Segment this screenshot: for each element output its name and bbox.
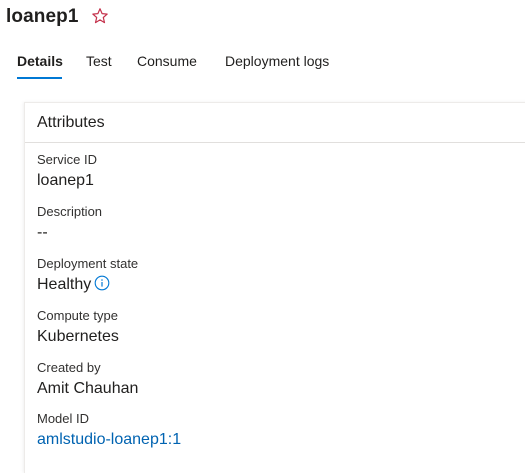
deployment-state-value: Healthy bbox=[37, 276, 92, 293]
info-icon[interactable] bbox=[94, 275, 110, 291]
created-by-value: Amit Chauhan bbox=[37, 380, 139, 397]
service-id-label: Service ID bbox=[37, 152, 97, 167]
page-title: loanep1 bbox=[6, 6, 79, 27]
page-header: loanep1 bbox=[0, 0, 525, 38]
tab-consume[interactable]: Consume bbox=[137, 52, 197, 80]
description-field: Description -- bbox=[37, 204, 102, 243]
created-by-label: Created by bbox=[37, 360, 101, 375]
service-id-value: loanep1 bbox=[37, 172, 94, 189]
tab-test[interactable]: Test bbox=[86, 52, 112, 80]
active-tab-indicator bbox=[17, 77, 62, 79]
model-id-field: Model ID amlstudio-loanep1:1 bbox=[37, 411, 181, 450]
deployment-state-row: Healthy bbox=[37, 275, 138, 295]
attributes-heading: Attributes bbox=[25, 103, 525, 143]
compute-type-label: Compute type bbox=[37, 308, 118, 323]
model-id-link[interactable]: amlstudio-loanep1:1 bbox=[37, 430, 181, 450]
tab-details[interactable]: Details bbox=[17, 52, 63, 80]
description-label: Description bbox=[37, 204, 103, 219]
deployment-state-label: Deployment state bbox=[37, 256, 139, 271]
created-by-field: Created by Amit Chauhan bbox=[37, 360, 138, 399]
model-id-label: Model ID bbox=[37, 411, 90, 426]
service-id-field: Service ID loanep1 bbox=[37, 152, 97, 191]
tab-bar: Details Test Consume Deployment logs bbox=[0, 48, 525, 82]
attributes-card: Attributes Service ID loanep1 Descriptio… bbox=[24, 102, 525, 473]
tab-deployment-logs[interactable]: Deployment logs bbox=[225, 52, 329, 80]
compute-type-field: Compute type Kubernetes bbox=[37, 308, 119, 347]
deployment-state-field: Deployment state Healthy bbox=[37, 256, 138, 295]
compute-type-value: Kubernetes bbox=[37, 328, 119, 345]
star-outline-icon[interactable] bbox=[91, 7, 109, 25]
description-value: -- bbox=[37, 224, 48, 241]
